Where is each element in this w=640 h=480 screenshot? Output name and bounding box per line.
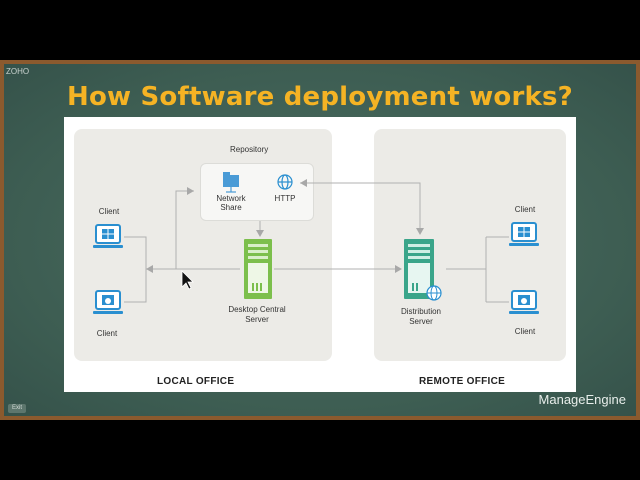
exit-button[interactable]: Exit <box>8 404 26 413</box>
network-share-label: Network Share <box>216 194 246 212</box>
central-server-label: Desktop Central Server <box>228 305 286 324</box>
central-server-icon <box>244 239 272 299</box>
distribution-server-label: Distribution Server <box>400 307 441 326</box>
remote-client-label-top: Client <box>514 205 536 214</box>
arrow-distribution <box>395 265 402 273</box>
diagram-panel: Repository Network Share HTTP Desktop Ce… <box>64 117 576 392</box>
local-client-label-top: Client <box>98 207 120 216</box>
repository-label: Repository <box>230 145 269 154</box>
folder-icon <box>223 172 239 193</box>
remote-office-label: REMOTE OFFICE <box>419 376 506 387</box>
http-to-distribution-wire <box>300 182 421 233</box>
local-windows-client-icon <box>93 224 123 248</box>
arrow-http <box>300 179 307 187</box>
mouse-cursor-icon <box>181 270 194 290</box>
page-title: How Software deployment works? <box>67 82 573 112</box>
remote-windows-client-icon <box>509 222 539 246</box>
arrow-local <box>146 265 153 273</box>
local-clients-wire <box>124 236 147 303</box>
local-office-label: LOCAL OFFICE <box>157 376 235 387</box>
remote-mac-client-icon <box>509 290 539 314</box>
arrow-repository <box>187 187 194 195</box>
zoho-label: ZOHO <box>6 67 30 76</box>
arrow-central <box>256 230 264 237</box>
remote-clients-wire <box>486 236 509 303</box>
arrow-distribution-top <box>416 228 424 235</box>
remote-client-label-bottom: Client <box>514 327 536 336</box>
globe-icon <box>277 174 293 190</box>
central-to-repository-wire <box>175 190 194 269</box>
http-label: HTTP <box>274 194 296 203</box>
distribution-server-icon <box>404 239 442 301</box>
diagram-wires <box>93 172 539 314</box>
local-client-label-bottom: Client <box>96 329 118 338</box>
local-mac-client-icon <box>93 290 123 314</box>
manageengine-logo: ManageEngine <box>538 392 626 407</box>
